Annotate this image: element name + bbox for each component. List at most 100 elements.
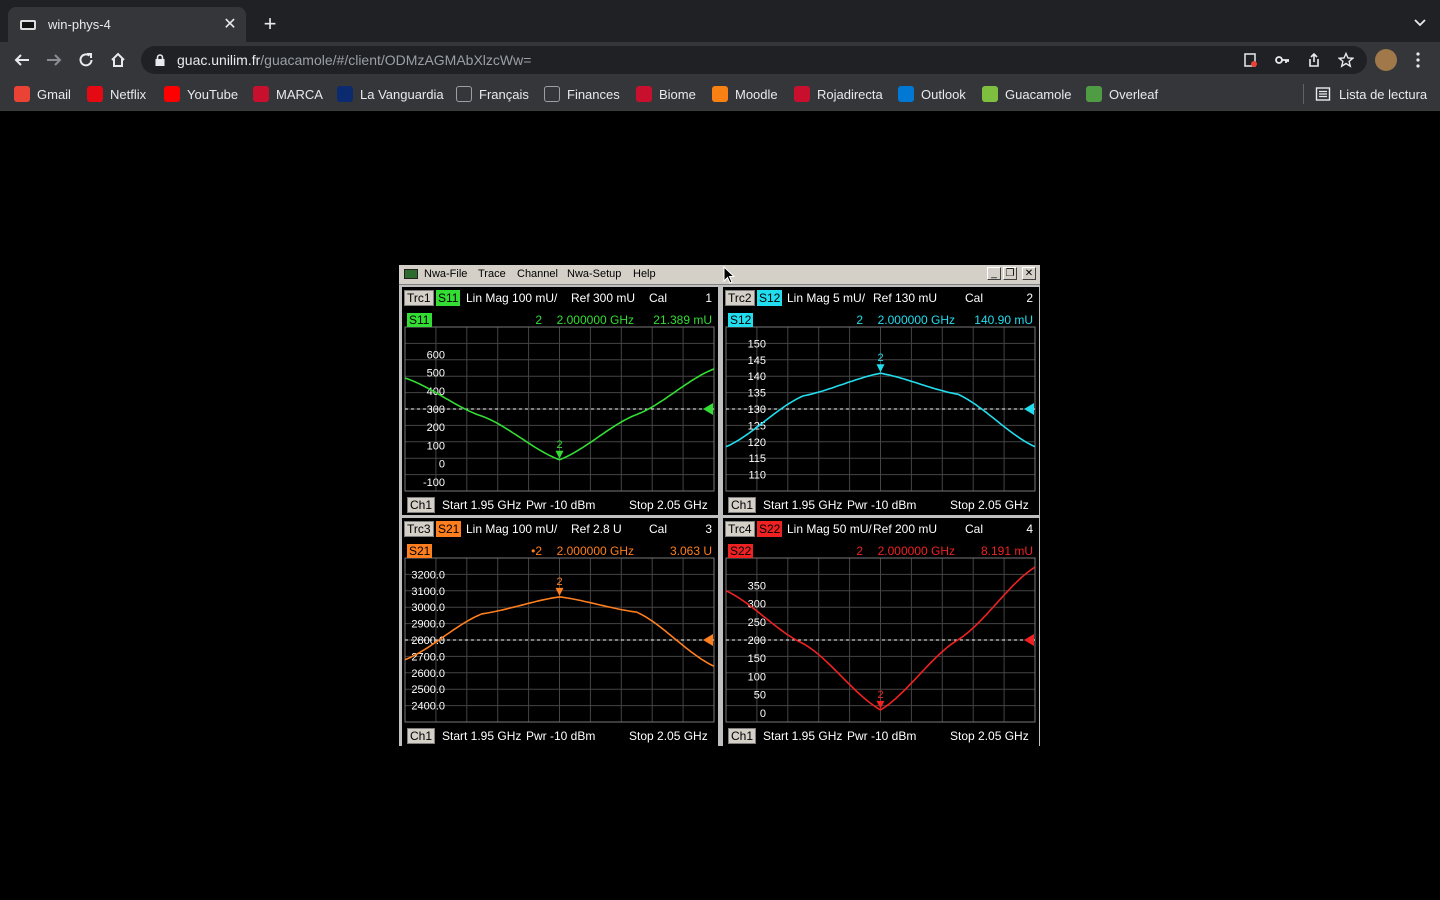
- trace-label[interactable]: Trc2: [725, 290, 755, 306]
- trace-label[interactable]: Trc1: [404, 290, 434, 306]
- home-button[interactable]: [106, 48, 130, 72]
- close-icon[interactable]: ✕: [1022, 267, 1036, 280]
- bookmark-marca[interactable]: MARCA: [253, 85, 323, 103]
- ref-label[interactable]: Ref 130 mU: [871, 290, 939, 306]
- channel-label[interactable]: Ch1: [728, 497, 757, 513]
- sparam-label[interactable]: S22: [757, 521, 783, 537]
- bookmark-star-icon[interactable]: [1336, 50, 1356, 70]
- marker-id: 2: [856, 313, 863, 327]
- trace-label[interactable]: Trc4: [725, 521, 755, 537]
- bookmark-moodle[interactable]: Moodle: [712, 85, 778, 103]
- bookmark-folder-finances[interactable]: Finances: [544, 85, 620, 103]
- power-level[interactable]: Pwr -10 dBm: [847, 729, 916, 743]
- start-frequency[interactable]: Start 1.95 GHz: [442, 498, 521, 512]
- start-frequency[interactable]: Start 1.95 GHz: [763, 498, 842, 512]
- power-level[interactable]: Pwr -10 dBm: [526, 729, 595, 743]
- menu-trace[interactable]: Trace: [478, 268, 506, 280]
- back-button[interactable]: [10, 48, 34, 72]
- lock-icon[interactable]: [153, 53, 167, 67]
- key-icon[interactable]: [1272, 50, 1292, 70]
- home-icon: [111, 52, 125, 67]
- menu-channel[interactable]: Channel: [517, 268, 558, 280]
- reference-arrow-icon[interactable]: [1024, 634, 1034, 646]
- channel-footer: Ch1 Start 1.95 GHz Pwr -10 dBm Stop 2.05…: [723, 495, 1039, 515]
- channel-label[interactable]: Ch1: [407, 728, 436, 744]
- bookmark-folder-francais[interactable]: Français: [456, 85, 529, 103]
- chrome-menu-icon[interactable]: [1408, 50, 1428, 70]
- cal-label[interactable]: Cal: [963, 290, 985, 306]
- profile-avatar[interactable]: [1375, 49, 1397, 71]
- reference-arrow-icon[interactable]: [703, 403, 713, 415]
- menu-nwa-file[interactable]: Nwa-File: [424, 268, 467, 280]
- trace-number: 1: [705, 291, 712, 305]
- trace-plot[interactable]: 3200.0 3100.0 3000.0 2900.0 2800.0 2700.0 2600…: [402, 540, 718, 726]
- bookmark-netflix[interactable]: Netflix: [87, 85, 146, 103]
- menu-help[interactable]: Help: [633, 268, 656, 280]
- format-label[interactable]: Lin Mag 50 mU/: [785, 521, 874, 537]
- y-tick-label: -100: [423, 477, 445, 489]
- y-tick-label: 2700.0: [411, 651, 445, 663]
- sparam-badge-label: S22: [730, 544, 752, 558]
- ref-label[interactable]: Ref 2.8 U: [569, 521, 624, 537]
- channel-label[interactable]: Ch1: [407, 497, 436, 513]
- bookmark-guacamole[interactable]: Guacamole: [982, 85, 1071, 103]
- ref-label[interactable]: Ref 200 mU: [871, 521, 939, 537]
- bookmark-rojadirecta[interactable]: Rojadirecta: [794, 85, 883, 103]
- reading-list-button[interactable]: Lista de lectura: [1315, 85, 1427, 103]
- reload-icon: [79, 53, 93, 67]
- reference-arrow-icon[interactable]: [703, 634, 713, 646]
- reference-arrow-icon[interactable]: [1024, 403, 1034, 415]
- cal-label[interactable]: Cal: [647, 521, 669, 537]
- bookmark-overleaf[interactable]: Overleaf: [1086, 85, 1158, 103]
- stop-frequency[interactable]: Stop 2.05 GHz: [950, 729, 1029, 743]
- bookmarks-separator: [1303, 84, 1304, 104]
- reload-button[interactable]: [74, 48, 98, 72]
- ref-label[interactable]: Ref 300 mU: [569, 290, 637, 306]
- bookmark-outlook[interactable]: Outlook: [898, 85, 966, 103]
- format-label[interactable]: Lin Mag 5 mU/: [785, 290, 867, 306]
- trace-plot[interactable]: 1501451401351301251201151102S12 2 2.000000…: [723, 309, 1039, 495]
- marker-triangle-icon[interactable]: [555, 587, 564, 596]
- cal-label[interactable]: Cal: [647, 290, 669, 306]
- share-icon[interactable]: [1304, 50, 1324, 70]
- cal-label[interactable]: Cal: [963, 521, 985, 537]
- address-bar[interactable]: guac.unilim.fr/guacamole/#/client/ODMzAG…: [141, 46, 1367, 74]
- power-level[interactable]: Pwr -10 dBm: [526, 498, 595, 512]
- marker-label: 2: [877, 352, 883, 364]
- forward-button[interactable]: [42, 48, 66, 72]
- bookmark-youtube[interactable]: YouTube: [164, 85, 238, 103]
- restore-icon[interactable]: ❐: [1003, 267, 1017, 280]
- trace-label[interactable]: Trc3: [404, 521, 434, 537]
- y-tick-label: 100: [748, 671, 766, 683]
- trace-plot[interactable]: 6005004003002001000-1002S11 2 2.000000 GHz…: [402, 309, 718, 495]
- stop-frequency[interactable]: Stop 2.05 GHz: [950, 498, 1029, 512]
- new-tab-button[interactable]: +: [258, 12, 282, 36]
- format-label[interactable]: Lin Mag 100 mU/: [464, 290, 559, 306]
- app-icon[interactable]: [404, 269, 418, 279]
- stop-frequency[interactable]: Stop 2.05 GHz: [629, 498, 708, 512]
- sparam-label[interactable]: S11: [436, 290, 461, 306]
- start-frequency[interactable]: Start 1.95 GHz: [442, 729, 521, 743]
- close-tab-icon[interactable]: ✕: [220, 15, 240, 35]
- tab-search-icon[interactable]: [1412, 14, 1428, 30]
- clipboard-icon[interactable]: [1240, 50, 1260, 70]
- bookmark-biome[interactable]: Biome: [636, 85, 696, 103]
- start-frequency[interactable]: Start 1.95 GHz: [763, 729, 842, 743]
- la-vanguardia-icon: [337, 86, 353, 102]
- format-label[interactable]: Lin Mag 100 mU/: [464, 521, 559, 537]
- marker-label: 2: [877, 689, 883, 701]
- marker-triangle-icon[interactable]: [876, 364, 885, 373]
- sparam-label[interactable]: S12: [757, 290, 783, 306]
- channel-label[interactable]: Ch1: [728, 728, 757, 744]
- marker-triangle-icon[interactable]: [555, 450, 564, 459]
- menu-nwa-setup[interactable]: Nwa-Setup: [567, 268, 621, 280]
- trace-plot[interactable]: 350 300 250 200 150 100 50 0 2 S22 2 2.000000 GHz 8.…: [723, 540, 1039, 726]
- active-tab[interactable]: win-phys-4 ✕: [8, 7, 246, 42]
- channel-footer: Ch1 Start 1.95 GHz Pwr -10 dBm Stop 2.05…: [402, 495, 718, 515]
- sparam-label[interactable]: S21: [436, 521, 462, 537]
- bookmark-la-vanguardia[interactable]: La Vanguardia: [337, 85, 444, 103]
- minimize-icon[interactable]: _: [987, 267, 1001, 280]
- power-level[interactable]: Pwr -10 dBm: [847, 498, 916, 512]
- stop-frequency[interactable]: Stop 2.05 GHz: [629, 729, 708, 743]
- bookmark-gmail[interactable]: Gmail: [14, 85, 71, 103]
